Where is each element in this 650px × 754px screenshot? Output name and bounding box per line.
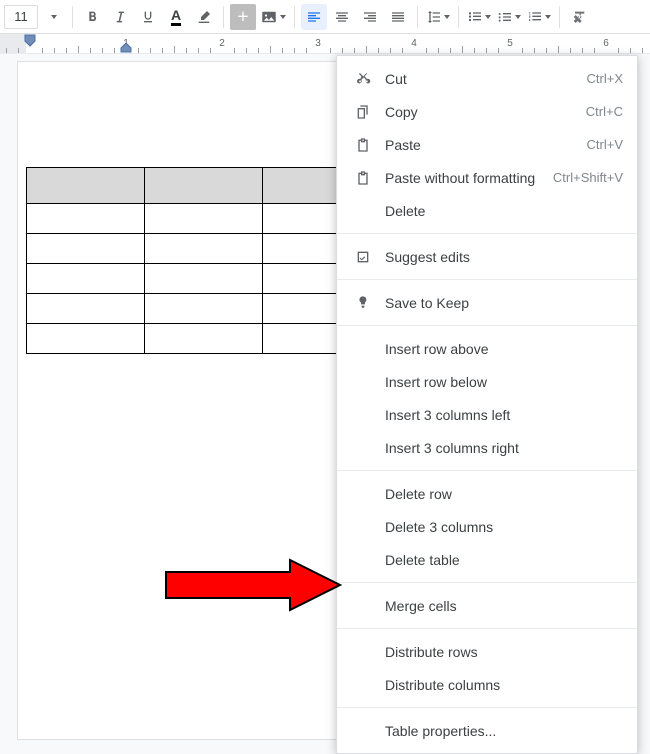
menu-divider bbox=[337, 628, 637, 629]
menu-delete-row[interactable]: Delete row bbox=[337, 477, 637, 510]
menu-distribute-columns[interactable]: Distribute columns bbox=[337, 668, 637, 701]
menu-label: Distribute columns bbox=[351, 677, 623, 693]
menu-label: Save to Keep bbox=[375, 295, 623, 311]
menu-label: Insert 3 columns right bbox=[351, 440, 623, 456]
checklist-button[interactable] bbox=[465, 4, 493, 30]
insert-link-button[interactable] bbox=[230, 4, 256, 30]
menu-label: Suggest edits bbox=[375, 249, 623, 265]
menu-suggest-edits[interactable]: Suggest edits bbox=[337, 240, 637, 273]
first-line-indent-marker[interactable] bbox=[119, 43, 133, 53]
align-left-button[interactable] bbox=[301, 4, 327, 30]
menu-merge-cells[interactable]: Merge cells bbox=[337, 589, 637, 622]
menu-divider bbox=[337, 582, 637, 583]
separator bbox=[72, 6, 73, 28]
menu-label: Table properties... bbox=[351, 723, 623, 739]
menu-label: Paste bbox=[375, 137, 587, 153]
menu-label: Insert 3 columns left bbox=[351, 407, 623, 423]
menu-label: Merge cells bbox=[351, 598, 623, 614]
line-spacing-button[interactable] bbox=[424, 4, 452, 30]
menu-divider bbox=[337, 470, 637, 471]
insert-image-button[interactable] bbox=[258, 4, 288, 30]
annotation-arrow bbox=[160, 555, 350, 615]
menu-label: Insert row below bbox=[351, 374, 623, 390]
font-size-input[interactable]: 11 bbox=[4, 5, 38, 29]
menu-table-properties[interactable]: Table properties... bbox=[337, 714, 637, 747]
table-row[interactable] bbox=[27, 204, 381, 234]
paste-nofmt-icon bbox=[351, 170, 375, 186]
separator bbox=[417, 6, 418, 28]
menu-label: Delete row bbox=[351, 486, 623, 502]
menu-delete-cols[interactable]: Delete 3 columns bbox=[337, 510, 637, 543]
menu-shortcut: Ctrl+C bbox=[586, 104, 623, 119]
menu-divider bbox=[337, 325, 637, 326]
document-table[interactable] bbox=[26, 167, 381, 354]
separator bbox=[294, 6, 295, 28]
menu-divider bbox=[337, 279, 637, 280]
left-indent-marker[interactable] bbox=[23, 34, 37, 51]
table-row[interactable] bbox=[27, 234, 381, 264]
menu-label: Paste without formatting bbox=[375, 170, 553, 186]
clear-formatting-button[interactable] bbox=[566, 4, 592, 30]
menu-insert-row-above[interactable]: Insert row above bbox=[337, 332, 637, 365]
horizontal-ruler: 123456 bbox=[0, 34, 650, 54]
copy-icon bbox=[351, 104, 375, 120]
separator bbox=[458, 6, 459, 28]
bulleted-list-button[interactable] bbox=[495, 4, 523, 30]
menu-divider bbox=[337, 707, 637, 708]
keep-icon bbox=[351, 295, 375, 311]
menu-label: Distribute rows bbox=[351, 644, 623, 660]
menu-save-to-keep[interactable]: Save to Keep bbox=[337, 286, 637, 319]
menu-shortcut: Ctrl+X bbox=[587, 71, 623, 86]
cut-icon bbox=[351, 71, 375, 87]
menu-copy[interactable]: Copy Ctrl+C bbox=[337, 95, 637, 128]
text-color-button[interactable]: A bbox=[163, 4, 189, 30]
paste-icon bbox=[351, 137, 375, 153]
align-right-button[interactable] bbox=[357, 4, 383, 30]
italic-button[interactable] bbox=[107, 4, 133, 30]
menu-insert-cols-right[interactable]: Insert 3 columns right bbox=[337, 431, 637, 464]
menu-divider bbox=[337, 233, 637, 234]
formatting-toolbar: 11 A bbox=[0, 0, 650, 34]
menu-insert-cols-left[interactable]: Insert 3 columns left bbox=[337, 398, 637, 431]
menu-label: Cut bbox=[375, 71, 587, 87]
menu-insert-row-below[interactable]: Insert row below bbox=[337, 365, 637, 398]
table-row[interactable] bbox=[27, 324, 381, 354]
menu-cut[interactable]: Cut Ctrl+X bbox=[337, 62, 637, 95]
menu-paste-without-formatting[interactable]: Paste without formatting Ctrl+Shift+V bbox=[337, 161, 637, 194]
separator bbox=[223, 6, 224, 28]
menu-shortcut: Ctrl+V bbox=[587, 137, 623, 152]
menu-distribute-rows[interactable]: Distribute rows bbox=[337, 635, 637, 668]
menu-label: Delete bbox=[351, 203, 623, 219]
menu-label: Delete 3 columns bbox=[351, 519, 623, 535]
underline-button[interactable] bbox=[135, 4, 161, 30]
highlight-color-button[interactable] bbox=[191, 4, 217, 30]
numbered-list-button[interactable] bbox=[525, 4, 553, 30]
suggest-edits-icon bbox=[351, 249, 375, 265]
menu-label: Copy bbox=[375, 104, 586, 120]
menu-label: Insert row above bbox=[351, 341, 623, 357]
menu-paste[interactable]: Paste Ctrl+V bbox=[337, 128, 637, 161]
menu-delete-table[interactable]: Delete table bbox=[337, 543, 637, 576]
table-row[interactable] bbox=[27, 168, 381, 204]
table-row[interactable] bbox=[27, 294, 381, 324]
menu-label: Delete table bbox=[351, 552, 623, 568]
bold-button[interactable] bbox=[79, 4, 105, 30]
table-row[interactable] bbox=[27, 264, 381, 294]
menu-shortcut: Ctrl+Shift+V bbox=[553, 170, 623, 185]
separator bbox=[559, 6, 560, 28]
menu-delete[interactable]: Delete bbox=[337, 194, 637, 227]
align-center-button[interactable] bbox=[329, 4, 355, 30]
align-justify-button[interactable] bbox=[385, 4, 411, 30]
font-size-dropdown[interactable] bbox=[40, 4, 66, 30]
table-context-menu: Cut Ctrl+X Copy Ctrl+C Paste Ctrl+V Past… bbox=[336, 55, 638, 754]
